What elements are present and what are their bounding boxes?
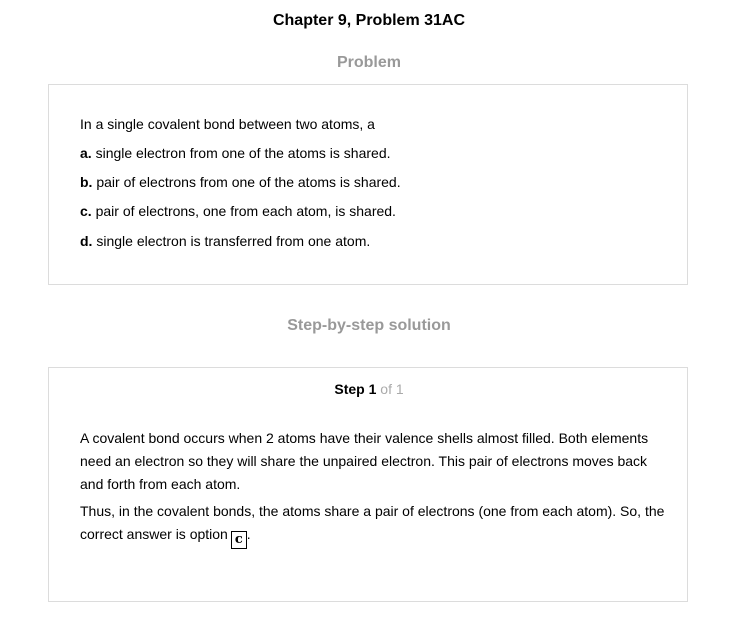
option-b-text: pair of electrons from one of the atoms … <box>96 174 401 190</box>
solution-paragraph-2-end: . <box>246 526 251 542</box>
option-c-letter: c. <box>80 203 92 219</box>
option-d-letter: d. <box>80 233 93 249</box>
problem-stem: In a single covalent bond between two at… <box>80 116 375 132</box>
option-c-text: pair of electrons, one from each atom, i… <box>95 203 396 219</box>
option-c: c. pair of electrons, one from each atom… <box>80 203 396 219</box>
step-label: Step <box>334 381 365 397</box>
solution-paragraph-2: Thus, in the covalent bonds, the atoms s… <box>80 500 670 549</box>
solution-heading: Step-by-step solution <box>287 317 451 334</box>
problem-heading: Problem <box>336 54 401 71</box>
option-b-letter: b. <box>80 174 93 190</box>
step-number: 1 <box>368 381 377 397</box>
page-title: Chapter 9, Problem 31AC <box>272 12 466 29</box>
solution-paragraph-2-text: Thus, in the covalent bonds, the atoms s… <box>80 503 665 542</box>
option-a-text: single electron from one of the atoms is… <box>95 145 391 161</box>
option-d: d. single electron is transferred from o… <box>80 233 370 249</box>
step-header: Step 1 of 1 <box>49 381 689 397</box>
solution-panel: Step 1 of 1 A covalent bond occurs when … <box>48 367 688 602</box>
problem-panel: In a single covalent bond between two at… <box>48 84 688 285</box>
answer-box: c <box>230 531 247 549</box>
solution-paragraph-1: A covalent bond occurs when 2 atoms have… <box>80 430 649 492</box>
option-d-text: single electron is transferred from one … <box>96 233 371 249</box>
option-a-letter: a. <box>80 145 92 161</box>
option-b: b. pair of electrons from one of the ato… <box>80 174 401 190</box>
step-of-total: of 1 <box>380 381 404 397</box>
option-a: a. single electron from one of the atoms… <box>80 145 391 161</box>
